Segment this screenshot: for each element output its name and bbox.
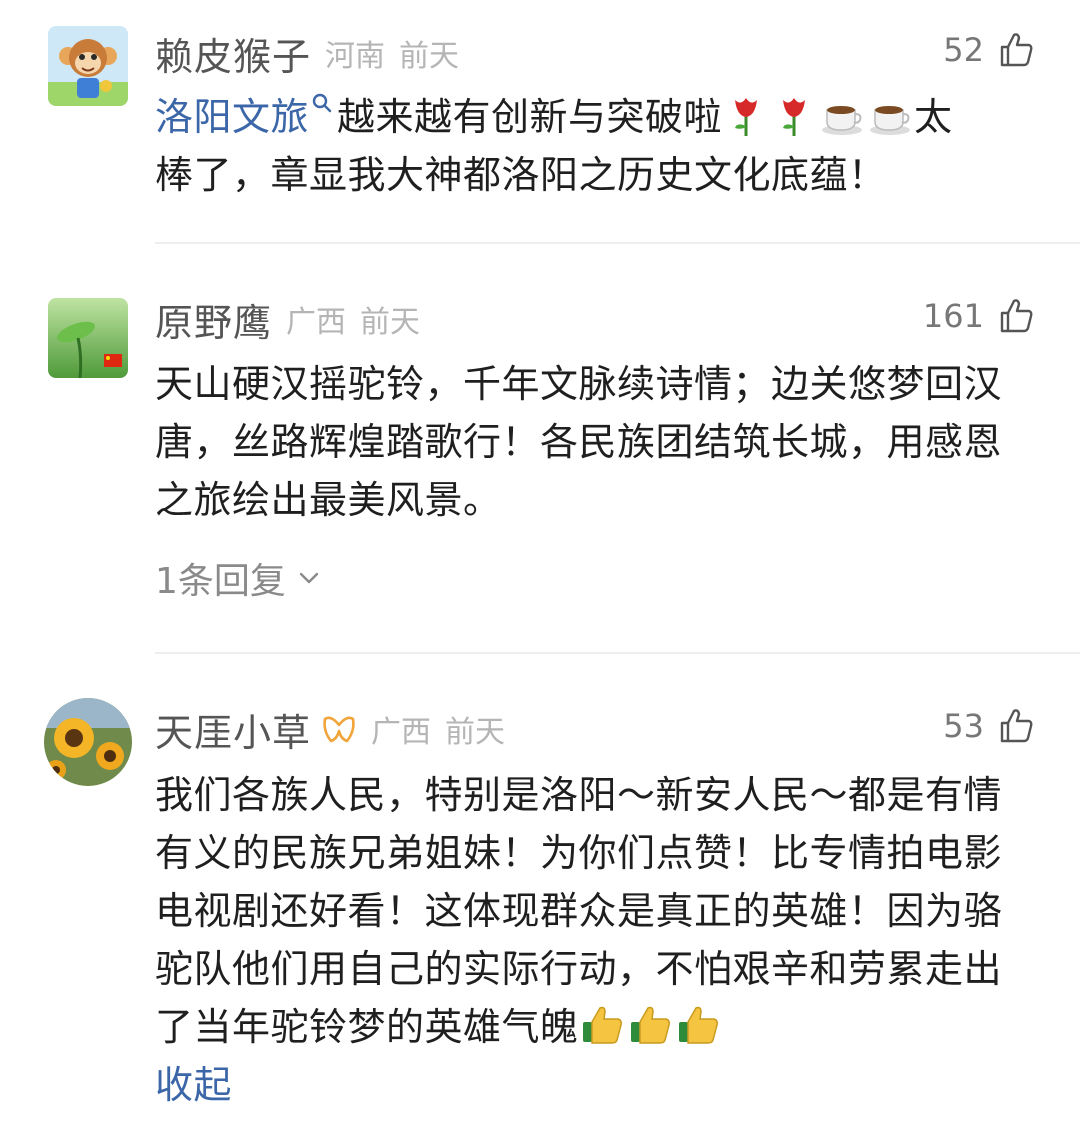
view-replies-button[interactable]: 1条回复: [155, 552, 322, 604]
comment-item: 赖皮猴子 河南 前天 52 洛阳文旅 越来越有创新与突破啦 太棒了，章显我大神都洛阳之…: [0, 0, 1080, 244]
comment-header: 原野鹰 广西 前天: [155, 292, 1040, 347]
location: 河南: [325, 39, 386, 74]
avatar[interactable]: [44, 698, 132, 786]
comment-header: 天厓小草 广西 前天: [155, 702, 1040, 757]
like-count: 52: [943, 31, 984, 69]
comment-meta: 河南 前天: [325, 31, 459, 75]
avatar[interactable]: [48, 298, 128, 378]
chevron-down-icon: [299, 572, 319, 584]
comment-item: 原野鹰 广西 前天 161 天山硬汉摇驼铃，千年文脉续诗情；边关悠梦回汉唐，丝路辉…: [0, 244, 1080, 654]
green-leaf-flag-avatar: [48, 298, 128, 378]
replies-label: 1条回复: [155, 561, 286, 602]
comment-meta: 广西 前天: [371, 707, 505, 751]
comment-item: 天厓小草 广西 前天 53 我们各族人民，特别是洛阳～新安人民～都是有情有义的民族…: [0, 654, 1080, 1127]
comment-header: 赖皮猴子 河南 前天: [155, 26, 1040, 81]
like-button[interactable]: 53: [943, 706, 1036, 746]
like-button[interactable]: 52: [943, 30, 1036, 70]
thumbs-up-emoji: [678, 1006, 718, 1044]
comment-text-part: 棒了，章显我大神都洛阳之历史文化底蕴！: [155, 153, 887, 197]
collapse-button[interactable]: 收起: [155, 1063, 232, 1107]
comment-meta: 广西 前天: [286, 297, 420, 341]
location: 广西: [371, 715, 432, 750]
timestamp: 前天: [445, 715, 506, 750]
rose-emoji: [735, 98, 758, 136]
location: 广西: [286, 305, 347, 340]
thumbs-up-icon: [1000, 33, 1033, 67]
username[interactable]: 赖皮猴子: [155, 26, 311, 81]
thumbs-up-icon: [1000, 709, 1033, 743]
orange-badge-icon: [323, 716, 355, 743]
comment-text: 洛阳文旅 越来越有创新与突破啦 太棒了，章显我大神都洛阳之历史文化底蕴！: [155, 88, 1020, 204]
like-count: 161: [922, 297, 984, 335]
username[interactable]: 原野鹰: [155, 292, 272, 347]
coffee-emoji: [870, 106, 911, 135]
search-icon: [312, 93, 332, 113]
topic-link[interactable]: 洛阳文旅: [155, 95, 309, 139]
coffee-emoji: [822, 106, 863, 135]
comment-text: 天山硬汉摇驼铃，千年文脉续诗情；边关悠梦回汉唐，丝路辉煌踏歌行！各民族团结筑长城…: [155, 362, 1003, 522]
thumbs-up-icon: [1000, 299, 1033, 333]
like-count: 53: [943, 707, 984, 745]
thumbs-up-emoji: [582, 1006, 622, 1044]
comment-text-part: 我们各族人民，特别是洛阳～新安人民～都是有情有义的民族兄弟姐妹！为你们点赞！比专…: [155, 773, 1003, 1049]
thumbs-up-emoji: [630, 1006, 670, 1044]
username[interactable]: 天厓小草: [155, 702, 311, 757]
comment-text: 我们各族人民，特别是洛阳～新安人民～都是有情有义的民族兄弟姐妹！为你们点赞！比专…: [155, 766, 1020, 1114]
timestamp: 前天: [360, 305, 421, 340]
rose-emoji: [783, 98, 806, 136]
sunflower-avatar: [44, 698, 132, 786]
comment-list: 赖皮猴子 河南 前天 52 洛阳文旅 越来越有创新与突破啦太棒了，章显我大神都洛阳之…: [0, 0, 1080, 1127]
monkey-cartoon-avatar: [48, 26, 128, 106]
comment-text-part: 越来越有创新与突破啦: [337, 95, 723, 139]
timestamp: 前天: [399, 39, 460, 74]
like-button[interactable]: 161: [923, 296, 1036, 336]
comment-text-part: 太: [914, 95, 953, 139]
avatar[interactable]: [48, 26, 128, 106]
